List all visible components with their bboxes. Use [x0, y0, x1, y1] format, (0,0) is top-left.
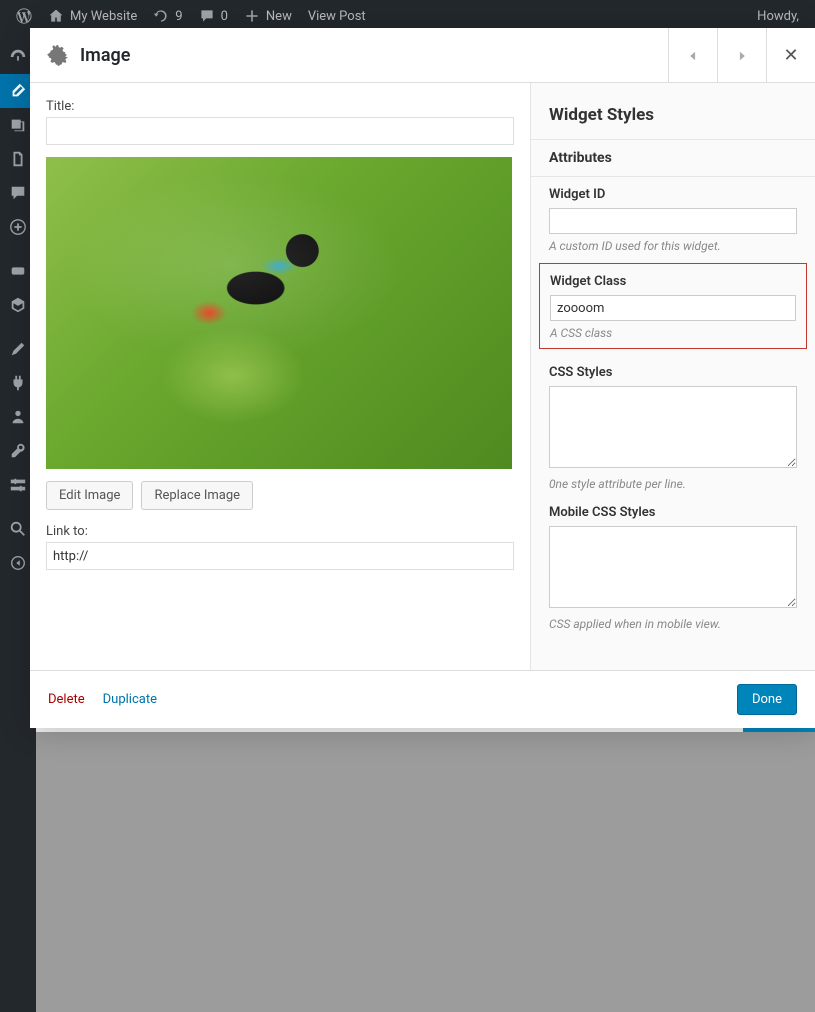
widget-class-input[interactable]	[550, 295, 796, 321]
close-button[interactable]: ✕	[766, 28, 815, 83]
delete-link[interactable]: Delete	[48, 692, 85, 707]
plus-icon	[244, 8, 260, 24]
css-styles-input[interactable]	[549, 386, 797, 468]
comment-icon	[199, 8, 215, 24]
modal-header: Image ✕	[30, 28, 815, 83]
new-label: New	[266, 9, 292, 24]
site-name: My Website	[70, 9, 137, 24]
widget-styles-heading: Widget Styles	[531, 83, 815, 139]
widget-class-label: Widget Class	[550, 274, 796, 289]
replace-image-button[interactable]: Replace Image	[141, 481, 253, 510]
next-button[interactable]	[717, 28, 766, 83]
widget-modal: Image ✕ Title: Edit Image Replace Image …	[30, 28, 815, 728]
mobile-css-label: Mobile CSS Styles	[549, 505, 797, 520]
update-icon	[153, 8, 169, 24]
view-post-label: View Post	[308, 9, 366, 24]
mobile-css-input[interactable]	[549, 526, 797, 608]
widget-class-field: Widget Class A CSS class	[539, 263, 807, 349]
mobile-css-field: Mobile CSS Styles CSS applied when in mo…	[531, 495, 815, 635]
css-styles-field: CSS Styles 0ne style attribute per line.	[531, 355, 815, 495]
mobile-css-hint: CSS applied when in mobile view.	[549, 617, 797, 631]
prev-button[interactable]	[668, 28, 717, 83]
widget-class-hint: A CSS class	[550, 326, 796, 340]
modal-title: Image	[80, 45, 130, 66]
wordpress-icon	[16, 8, 32, 24]
comments-count: 0	[221, 9, 228, 24]
howdy-label: Howdy,	[757, 9, 799, 24]
widget-styles-panel: Widget Styles Attributes Widget ID A cus…	[530, 83, 815, 670]
updates-count: 9	[175, 9, 182, 24]
title-input[interactable]	[46, 117, 514, 145]
link-to-input[interactable]	[46, 542, 514, 570]
home-icon	[48, 8, 64, 24]
css-styles-hint: 0ne style attribute per line.	[549, 477, 797, 491]
widget-id-input[interactable]	[549, 208, 797, 234]
duplicate-link[interactable]: Duplicate	[103, 692, 157, 707]
done-button[interactable]: Done	[737, 684, 797, 715]
modal-footer: Delete Duplicate Done	[30, 670, 815, 728]
attributes-heading: Attributes	[531, 139, 815, 177]
gear-icon	[46, 44, 68, 66]
widget-id-field: Widget ID A custom ID used for this widg…	[531, 177, 815, 257]
title-label: Title:	[46, 99, 514, 114]
widget-id-hint: A custom ID used for this widget.	[549, 239, 797, 253]
css-styles-label: CSS Styles	[549, 365, 797, 380]
link-to-label: Link to:	[46, 524, 514, 539]
edit-image-button[interactable]: Edit Image	[46, 481, 133, 510]
modal-left-panel: Title: Edit Image Replace Image Link to:	[30, 83, 530, 670]
image-preview	[46, 157, 512, 469]
widget-id-label: Widget ID	[549, 187, 797, 202]
